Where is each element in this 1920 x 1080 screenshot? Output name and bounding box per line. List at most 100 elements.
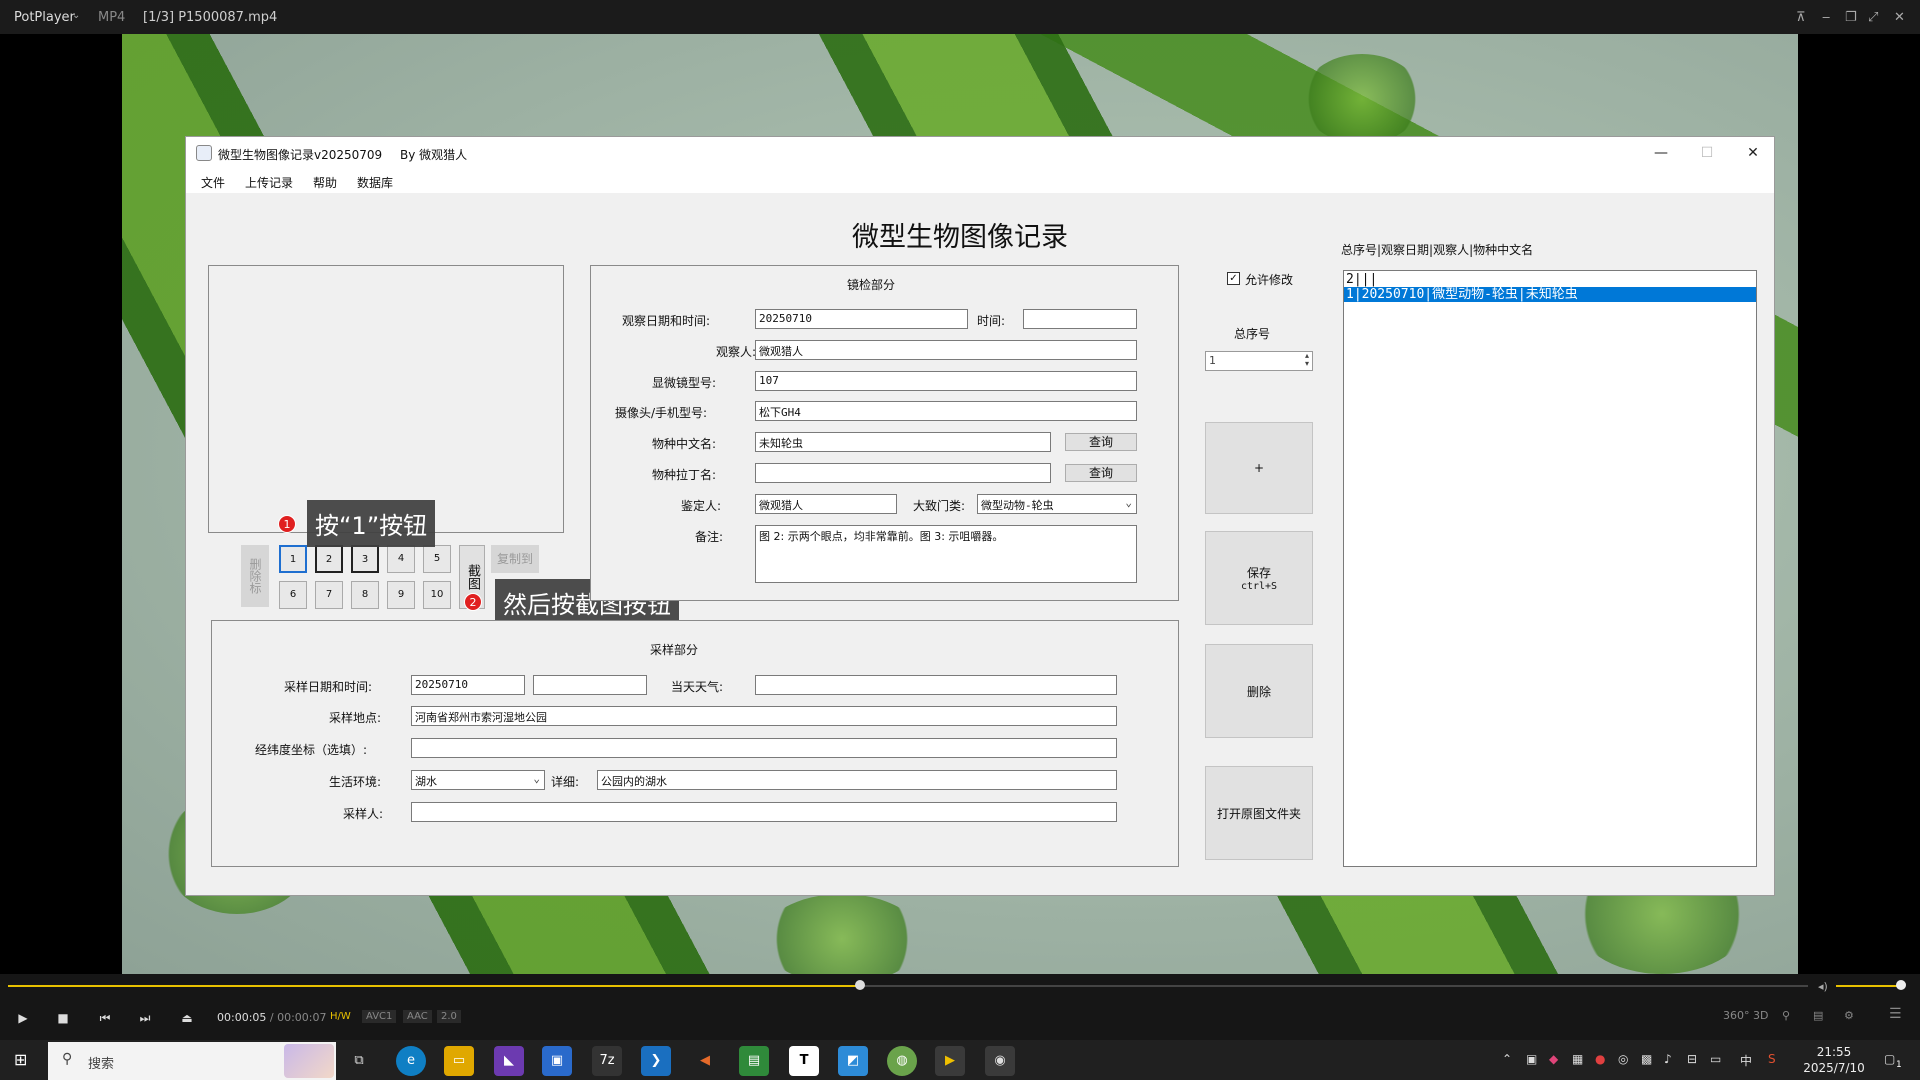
- taskbar-clock[interactable]: 21:55 2025/7/10: [1794, 1044, 1874, 1076]
- slot-button-8[interactable]: 8: [351, 581, 379, 609]
- weather-field[interactable]: [755, 675, 1117, 695]
- channels-badge[interactable]: 2.0: [437, 1010, 461, 1023]
- allow-edit-checkbox[interactable]: ✓: [1227, 272, 1240, 285]
- stop-icon[interactable]: ■: [52, 1008, 74, 1028]
- eject-icon[interactable]: ⏏: [176, 1008, 198, 1028]
- coords-field[interactable]: [411, 738, 1117, 758]
- sheet-app-icon[interactable]: ▤: [739, 1046, 769, 1076]
- copy-to-button[interactable]: 复制到: [491, 545, 539, 573]
- seek-handle[interactable]: [855, 980, 865, 990]
- audio-codec-badge[interactable]: AAC: [403, 1010, 432, 1023]
- input-method-icon[interactable]: S: [1768, 1052, 1776, 1066]
- tray-icon-5[interactable]: ▩: [1641, 1052, 1652, 1066]
- audio-app-icon[interactable]: ◀: [690, 1046, 720, 1076]
- next-icon[interactable]: ⏭: [134, 1008, 156, 1028]
- slot-button-10[interactable]: 10: [423, 581, 451, 609]
- fullscreen-icon[interactable]: ⤢: [1868, 10, 1878, 25]
- vr360-button[interactable]: 360°: [1723, 1009, 1750, 1022]
- network-icon[interactable]: ⊟: [1687, 1052, 1697, 1066]
- zoom-icon[interactable]: ⚲: [1782, 1009, 1790, 1022]
- obs-time-field[interactable]: [1023, 309, 1137, 329]
- tray-icon-2[interactable]: ◆: [1549, 1052, 1558, 1066]
- volume-slider[interactable]: [1836, 985, 1902, 987]
- sample-time-field[interactable]: [533, 675, 647, 695]
- save-button[interactable]: 保存 ctrl+S: [1205, 531, 1313, 625]
- 3d-button[interactable]: 3D: [1753, 1009, 1768, 1022]
- delete-mark-button[interactable]: 删除标: [241, 545, 269, 607]
- slot-button-3[interactable]: 3: [351, 545, 379, 573]
- app-maximize-icon[interactable]: ☐: [1684, 137, 1730, 169]
- delete-button[interactable]: 删除: [1205, 644, 1313, 738]
- pin-icon[interactable]: ⊼: [1796, 10, 1806, 25]
- serial-spinner[interactable]: 1 ▴ ▾: [1205, 351, 1313, 371]
- settings-gear-icon[interactable]: ⚙: [1844, 1009, 1854, 1022]
- previous-icon[interactable]: ⏮: [94, 1008, 116, 1028]
- player-menu-chevron-icon[interactable]: ⌄: [72, 10, 80, 21]
- tray-chevron-up-icon[interactable]: ⌃: [1502, 1052, 1512, 1066]
- image-preview[interactable]: [208, 265, 564, 533]
- records-list[interactable]: 2||| 1|20250710|微型动物-轮虫|未知轮虫: [1343, 270, 1757, 867]
- identifier-field[interactable]: 微观猎人: [755, 494, 897, 514]
- speaker-icon[interactable]: ♪: [1664, 1052, 1672, 1066]
- minimize-icon[interactable]: ‒: [1822, 10, 1830, 25]
- volume-handle[interactable]: [1896, 980, 1906, 990]
- list-item[interactable]: 2|||: [1344, 272, 1756, 287]
- observer-field[interactable]: 微观猎人: [755, 340, 1137, 360]
- player-app-name[interactable]: PotPlayer: [14, 10, 75, 25]
- menu-upload[interactable]: 上传记录: [245, 174, 293, 191]
- menu-file[interactable]: 文件: [201, 174, 225, 191]
- hw-badge[interactable]: H/W: [326, 1010, 355, 1023]
- tray-icon-4[interactable]: ●: [1595, 1052, 1605, 1066]
- spinner-arrows-icon[interactable]: ▴ ▾: [1305, 352, 1309, 368]
- add-button[interactable]: +: [1205, 422, 1313, 514]
- habitat-select[interactable]: 湖水 ⌄: [411, 770, 545, 790]
- place-field[interactable]: 河南省郑州市索河湿地公园: [411, 706, 1117, 726]
- windows-start-icon[interactable]: ⊞: [14, 1050, 27, 1069]
- camera-field[interactable]: 松下GH4: [755, 401, 1137, 421]
- sample-date-field[interactable]: 20250710: [411, 675, 525, 695]
- obs-date-field[interactable]: 20250710: [755, 309, 968, 329]
- tray-icon-3[interactable]: ▦: [1572, 1052, 1583, 1066]
- sampler-field[interactable]: [411, 802, 1117, 822]
- slot-button-7[interactable]: 7: [315, 581, 343, 609]
- image-app-icon[interactable]: ◩: [838, 1046, 868, 1076]
- taskbar-search[interactable]: ⚲ 搜索: [48, 1042, 336, 1080]
- restore-icon[interactable]: ❐: [1845, 10, 1857, 25]
- detail-field[interactable]: 公园内的湖水: [597, 770, 1117, 790]
- typora-icon[interactable]: T: [789, 1046, 819, 1076]
- tray-icon-1[interactable]: ▣: [1526, 1052, 1537, 1066]
- notes-field[interactable]: 图 2: 示两个眼点，均非常靠前。图 3: 示咀嚼器。: [755, 525, 1137, 583]
- globe-app-icon[interactable]: ◍: [887, 1046, 917, 1076]
- menu-database[interactable]: 数据库: [357, 174, 393, 191]
- microscope-field[interactable]: 107: [755, 371, 1137, 391]
- menu-hamburger-icon[interactable]: ☰: [1889, 1006, 1902, 1022]
- latin-name-field[interactable]: [755, 463, 1051, 483]
- volume-icon[interactable]: ◂): [1818, 980, 1828, 993]
- app-close-icon[interactable]: ✕: [1730, 137, 1776, 169]
- app-icon-blue[interactable]: ▣: [542, 1046, 572, 1076]
- slot-button-6[interactable]: 6: [279, 581, 307, 609]
- slot-button-9[interactable]: 9: [387, 581, 415, 609]
- slot-button-1[interactable]: 1: [279, 545, 307, 573]
- 7zip-icon[interactable]: 7z: [592, 1046, 622, 1076]
- menu-help[interactable]: 帮助: [313, 174, 337, 191]
- vscode-icon[interactable]: ❯: [641, 1046, 671, 1076]
- app-minimize-icon[interactable]: —: [1638, 137, 1684, 169]
- visual-studio-icon[interactable]: ◣: [494, 1046, 524, 1076]
- slot-button-4[interactable]: 4: [387, 545, 415, 573]
- time-display[interactable]: 00:00:05 / 00:00:07: [217, 1011, 327, 1024]
- edge-icon[interactable]: e: [396, 1046, 426, 1076]
- file-explorer-icon[interactable]: ▭: [444, 1046, 474, 1076]
- video-codec-badge[interactable]: AVC1: [362, 1010, 397, 1023]
- potplayer-icon[interactable]: ▶: [935, 1046, 965, 1076]
- microbe-app-icon[interactable]: ◉: [985, 1046, 1015, 1076]
- subtitle-icon[interactable]: ▤: [1813, 1009, 1823, 1022]
- slot-button-2[interactable]: 2: [315, 545, 343, 573]
- slot-button-5[interactable]: 5: [423, 545, 451, 573]
- open-folder-button[interactable]: 打开原图文件夹: [1205, 766, 1313, 860]
- task-view-icon[interactable]: ⧉: [344, 1046, 374, 1076]
- category-select[interactable]: 微型动物-轮虫 ⌄: [977, 494, 1137, 514]
- list-item-selected[interactable]: 1|20250710|微型动物-轮虫|未知轮虫: [1344, 287, 1756, 302]
- query-latin-button[interactable]: 查询: [1065, 464, 1137, 482]
- play-icon[interactable]: ▶: [12, 1008, 34, 1028]
